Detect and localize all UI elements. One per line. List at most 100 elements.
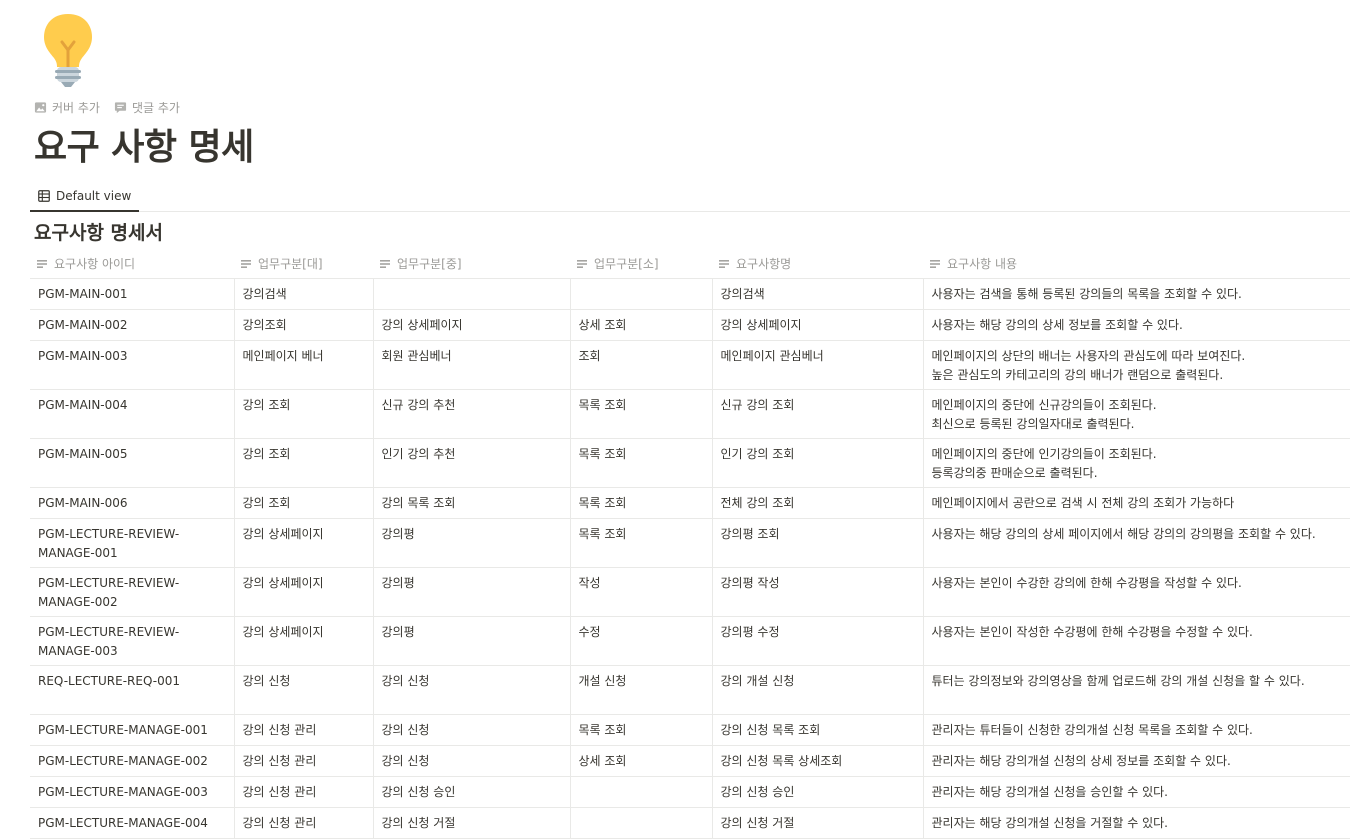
cell-desc[interactable]: 관리자는 튜터들이 신청한 강의개설 신청 목록을 조회할 수 있다. (923, 714, 1350, 746)
cell-middle[interactable]: 강의 신청 거절 (373, 807, 571, 839)
cell-id[interactable]: PGM-MAIN-003 (30, 340, 235, 390)
cell-name[interactable]: 강의 신청 목록 조회 (712, 714, 924, 746)
table-row[interactable]: PGM-LECTURE-MANAGE-002 강의 신청 관리 강의 신청 상세… (30, 745, 1350, 777)
cell-name[interactable]: 강의 신청 승인 (712, 776, 924, 808)
cell-major[interactable]: 강의 신청 관리 (234, 776, 374, 808)
cell-desc[interactable]: 튜터는 강의정보와 강의영상을 함께 업로드해 강의 개설 신청을 할 수 있다… (923, 665, 1350, 715)
table-row[interactable]: PGM-MAIN-003 메인페이지 베너 회원 관심베너 조회 메인페이지 관… (30, 340, 1350, 390)
cell-id[interactable]: PGM-LECTURE-REVIEW-MANAGE-001 (30, 518, 235, 568)
cell-minor[interactable]: 개설 신청 (570, 665, 713, 715)
cell-name[interactable]: 인기 강의 조회 (712, 438, 924, 488)
cell-minor[interactable]: 목록 조회 (570, 518, 713, 568)
cell-id[interactable]: PGM-LECTURE-REVIEW-MANAGE-003 (30, 616, 235, 666)
cell-desc[interactable]: 관리자는 해당 강의개설 신청의 상세 정보를 조회할 수 있다. (923, 745, 1350, 777)
cell-desc[interactable]: 사용자는 본인이 작성한 수강평에 한해 수강평을 수정할 수 있다. (923, 616, 1350, 666)
cell-middle[interactable] (373, 278, 571, 310)
column-header-major[interactable]: 업무구분[대] (234, 249, 373, 279)
cell-name[interactable]: 강의 개설 신청 (712, 665, 924, 715)
cell-middle[interactable]: 강의 신청 (373, 665, 571, 715)
cell-id[interactable]: PGM-MAIN-004 (30, 389, 235, 439)
cell-minor[interactable]: 조회 (570, 340, 713, 390)
cell-desc[interactable]: 사용자는 본인이 수강한 강의에 한해 수강평을 작성할 수 있다. (923, 567, 1350, 617)
cell-id[interactable]: PGM-LECTURE-MANAGE-003 (30, 776, 235, 808)
column-header-minor[interactable]: 업무구분[소] (570, 249, 712, 279)
cell-major[interactable]: 강의검색 (234, 278, 374, 310)
table-row[interactable]: REQ-LECTURE-REQ-001 강의 신청 강의 신청 개설 신청 강의… (30, 665, 1350, 715)
cell-minor[interactable]: 목록 조회 (570, 389, 713, 439)
cell-middle[interactable]: 회원 관심베너 (373, 340, 571, 390)
table-row[interactable]: PGM-MAIN-004 강의 조회 신규 강의 추천 목록 조회 신규 강의 … (30, 389, 1350, 439)
cell-id[interactable]: PGM-LECTURE-MANAGE-001 (30, 714, 235, 746)
cell-major[interactable]: 강의 상세페이지 (234, 616, 374, 666)
cell-id[interactable]: REQ-LECTURE-REQ-001 (30, 665, 235, 715)
cell-major[interactable]: 강의 신청 (234, 665, 374, 715)
database-title[interactable]: 요구사항 명세서 (34, 218, 163, 245)
cell-major[interactable]: 강의 조회 (234, 438, 374, 488)
cell-major[interactable]: 강의 조회 (234, 389, 374, 439)
cell-id[interactable]: PGM-LECTURE-REVIEW-MANAGE-002 (30, 567, 235, 617)
cell-middle[interactable]: 강의 상세페이지 (373, 309, 571, 341)
cell-minor[interactable] (570, 807, 713, 839)
page-title[interactable]: 요구 사항 명세 (34, 118, 254, 170)
table-row[interactable]: PGM-LECTURE-MANAGE-004 강의 신청 관리 강의 신청 거절… (30, 807, 1350, 839)
add-comment-button[interactable]: 댓글 추가 (114, 99, 180, 116)
cell-desc[interactable]: 관리자는 해당 강의개설 신청을 거절할 수 있다. (923, 807, 1350, 839)
cell-name[interactable]: 강의 신청 목록 상세조회 (712, 745, 924, 777)
table-row[interactable]: PGM-MAIN-005 강의 조회 인기 강의 추천 목록 조회 인기 강의 … (30, 438, 1350, 488)
cell-name[interactable]: 강의평 조회 (712, 518, 924, 568)
cell-id[interactable]: PGM-MAIN-002 (30, 309, 235, 341)
cell-middle[interactable]: 강의 신청 (373, 714, 571, 746)
cell-desc[interactable]: 사용자는 해당 강의의 상세 정보를 조회할 수 있다. (923, 309, 1350, 341)
cell-id[interactable]: PGM-MAIN-005 (30, 438, 235, 488)
lightbulb-icon[interactable] (40, 12, 96, 88)
cell-middle[interactable]: 강의평 (373, 518, 571, 568)
cell-major[interactable]: 강의 신청 관리 (234, 745, 374, 777)
cell-middle[interactable]: 강의평 (373, 567, 571, 617)
cell-id[interactable]: PGM-MAIN-006 (30, 487, 235, 519)
cell-desc[interactable]: 사용자는 해당 강의의 상세 페이지에서 해당 강의의 강의평을 조회할 수 있… (923, 518, 1350, 568)
table-row[interactable]: PGM-MAIN-006 강의 조회 강의 목록 조회 목록 조회 전체 강의 … (30, 487, 1350, 519)
table-row[interactable]: PGM-LECTURE-REVIEW-MANAGE-001 강의 상세페이지 강… (30, 518, 1350, 568)
cell-minor[interactable] (570, 776, 713, 808)
cell-minor[interactable] (570, 278, 713, 310)
cell-desc[interactable]: 메인페이지의 중단에 인기강의들이 조회된다. 등록강의중 판매순으로 출력된다… (923, 438, 1350, 488)
cell-name[interactable]: 강의 상세페이지 (712, 309, 924, 341)
cell-id[interactable]: PGM-LECTURE-MANAGE-002 (30, 745, 235, 777)
cell-minor[interactable]: 작성 (570, 567, 713, 617)
cell-major[interactable]: 강의 조회 (234, 487, 374, 519)
cell-minor[interactable]: 목록 조회 (570, 714, 713, 746)
cell-id[interactable]: PGM-MAIN-001 (30, 278, 235, 310)
column-header-middle[interactable]: 업무구분[중] (373, 249, 570, 279)
cell-desc[interactable]: 메인페이지에서 공란으로 검색 시 전체 강의 조회가 가능하다 (923, 487, 1350, 519)
cell-major[interactable]: 강의 상세페이지 (234, 567, 374, 617)
column-header-desc[interactable]: 요구사항 내용 (923, 249, 1350, 279)
cell-major[interactable]: 강의조회 (234, 309, 374, 341)
cell-name[interactable]: 전체 강의 조회 (712, 487, 924, 519)
cell-middle[interactable]: 신규 강의 추천 (373, 389, 571, 439)
cell-middle[interactable]: 강의 신청 (373, 745, 571, 777)
table-row[interactable]: PGM-LECTURE-REVIEW-MANAGE-002 강의 상세페이지 강… (30, 567, 1350, 617)
cell-middle[interactable]: 강의 목록 조회 (373, 487, 571, 519)
cell-name[interactable]: 강의평 작성 (712, 567, 924, 617)
table-row[interactable]: PGM-LECTURE-REVIEW-MANAGE-003 강의 상세페이지 강… (30, 616, 1350, 666)
cell-desc[interactable]: 관리자는 해당 강의개설 신청을 승인할 수 있다. (923, 776, 1350, 808)
cell-middle[interactable]: 강의 신청 승인 (373, 776, 571, 808)
cell-minor[interactable]: 목록 조회 (570, 438, 713, 488)
cell-name[interactable]: 강의 신청 거절 (712, 807, 924, 839)
cell-minor[interactable]: 상세 조회 (570, 745, 713, 777)
cell-name[interactable]: 메인페이지 관심베너 (712, 340, 924, 390)
tab-default-view[interactable]: Default view (30, 181, 140, 212)
cell-desc[interactable]: 메인페이지의 중단에 신규강의들이 조회된다. 최신으로 등록된 강의일자대로 … (923, 389, 1350, 439)
cell-name[interactable]: 강의평 수정 (712, 616, 924, 666)
cell-minor[interactable]: 목록 조회 (570, 487, 713, 519)
cell-desc[interactable]: 사용자는 검색을 통해 등록된 강의들의 목록을 조회할 수 있다. (923, 278, 1350, 310)
table-row[interactable]: PGM-LECTURE-MANAGE-001 강의 신청 관리 강의 신청 목록… (30, 714, 1350, 746)
cell-middle[interactable]: 인기 강의 추천 (373, 438, 571, 488)
cell-minor[interactable]: 수정 (570, 616, 713, 666)
cell-middle[interactable]: 강의평 (373, 616, 571, 666)
cell-desc[interactable]: 메인페이지의 상단의 배너는 사용자의 관심도에 따라 보여진다. 높은 관심도… (923, 340, 1350, 390)
cell-major[interactable]: 강의 신청 관리 (234, 807, 374, 839)
cell-major[interactable]: 메인페이지 베너 (234, 340, 374, 390)
column-header-id[interactable]: 요구사항 아이디 (30, 249, 234, 279)
cell-name[interactable]: 강의검색 (712, 278, 924, 310)
